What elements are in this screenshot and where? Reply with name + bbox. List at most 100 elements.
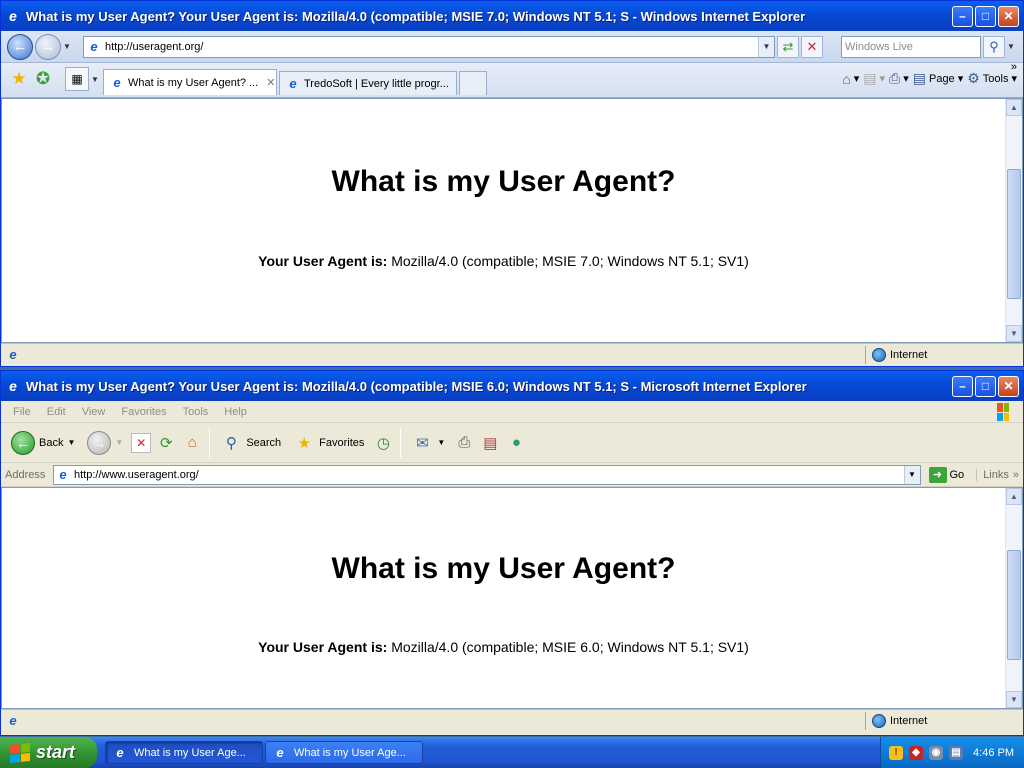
- ie6-status-bar: e Internet: [1, 709, 1023, 731]
- menu-help[interactable]: Help: [216, 406, 255, 418]
- menu-favorites[interactable]: Favorites: [113, 406, 174, 418]
- tab-tredosoft[interactable]: e TredoSoft | Every little progr...: [279, 71, 457, 95]
- page-menu-button[interactable]: ▤ Page ▾: [913, 70, 963, 87]
- gear-icon: ⚙: [967, 70, 980, 86]
- page-icon: e: [59, 467, 67, 482]
- go-arrow-icon: ➜: [928, 466, 947, 483]
- user-agent-value: Mozilla/4.0 (compatible; MSIE 7.0; Windo…: [391, 253, 749, 269]
- menu-edit[interactable]: Edit: [39, 406, 74, 418]
- page-status-icon: e: [9, 713, 17, 728]
- maximize-button[interactable]: □: [975, 375, 996, 397]
- address-label: Address: [5, 468, 46, 481]
- stop-button[interactable]: ✕: [801, 35, 823, 58]
- tools-menu-button[interactable]: ⚙ Tools ▾: [967, 70, 1017, 87]
- tab-list-dropdown[interactable]: ▼: [89, 75, 101, 84]
- search-box[interactable]: Windows Live: [841, 35, 981, 58]
- start-button[interactable]: start: [0, 737, 97, 768]
- refresh-icon[interactable]: ⟳: [155, 432, 177, 454]
- search-button[interactable]: ⚲ Search: [216, 432, 285, 454]
- search-icon: ⚲: [225, 434, 237, 452]
- print-button[interactable]: ⎙ ▾: [889, 70, 909, 87]
- search-icon[interactable]: ⚲: [983, 35, 1005, 58]
- scroll-up-arrow[interactable]: ▲: [1006, 99, 1022, 116]
- tools-menu-label: Tools: [982, 72, 1009, 85]
- ie6-window: e What is my User Agent? Your User Agent…: [0, 370, 1024, 736]
- scroll-up-arrow[interactable]: ▲: [1006, 488, 1022, 505]
- scroll-thumb[interactable]: [1007, 550, 1021, 660]
- ie-icon: e: [9, 378, 17, 394]
- address-bar[interactable]: e http://useragent.org/ ▼: [83, 35, 775, 58]
- taskbar-button-ie7[interactable]: e What is my User Age...: [105, 741, 263, 764]
- display-icon[interactable]: ▤: [949, 745, 963, 760]
- security-shield-icon[interactable]: !: [889, 745, 903, 760]
- vertical-scrollbar[interactable]: ▲ ▼: [1005, 99, 1022, 342]
- menu-view[interactable]: View: [74, 406, 114, 418]
- standard-toolbar: ← Back ▼ → ▼ ✕ ⟳ ⌂ ⚲ Search ★ Favorites …: [1, 423, 1023, 463]
- menu-file[interactable]: File: [5, 406, 39, 418]
- search-options-dropdown[interactable]: ▼: [1005, 42, 1017, 51]
- tab-useragent[interactable]: e What is my User Agent? ... ✕: [103, 69, 277, 95]
- maximize-button[interactable]: □: [975, 5, 996, 27]
- links-button[interactable]: Links »: [976, 468, 1019, 481]
- menu-bar: File Edit View Favorites Tools Help: [1, 401, 1023, 423]
- security-zone[interactable]: Internet: [865, 712, 927, 730]
- taskbar-button-label: What is my User Age...: [294, 746, 406, 759]
- network-icon[interactable]: ◉: [929, 745, 943, 760]
- globe-icon: [872, 348, 886, 362]
- history-icon[interactable]: ◷: [372, 432, 394, 454]
- back-label: Back: [39, 436, 64, 449]
- mail-button[interactable]: ✉ ▼: [407, 432, 449, 454]
- forward-button[interactable]: →: [35, 33, 61, 60]
- back-button[interactable]: ← Back ▼: [7, 430, 79, 455]
- page-status-icon: e: [9, 347, 17, 362]
- scroll-down-arrow[interactable]: ▼: [1006, 325, 1022, 342]
- globe-icon: [872, 714, 886, 728]
- edit-icon[interactable]: ▤: [479, 432, 501, 454]
- address-dropdown[interactable]: ▼: [758, 36, 774, 57]
- taskbar-button-ie6[interactable]: e What is my User Age...: [265, 741, 423, 764]
- minimize-button[interactable]: –: [952, 5, 973, 27]
- home-button[interactable]: ⌂ ▾: [842, 71, 859, 87]
- back-button[interactable]: ←: [7, 33, 33, 60]
- scroll-down-arrow[interactable]: ▼: [1006, 691, 1022, 708]
- page-heading: What is my User Agent?: [331, 165, 676, 198]
- messenger-icon[interactable]: ●: [505, 432, 527, 454]
- favorites-center-icon[interactable]: ★: [7, 69, 31, 89]
- refresh-button[interactable]: ⇄: [777, 35, 799, 58]
- quick-tabs-icon[interactable]: ▦: [65, 67, 89, 91]
- ie6-page-content: What is my User Agent? Your User Agent i…: [1, 487, 1023, 709]
- printer-icon[interactable]: ⎙: [453, 432, 475, 454]
- address-url[interactable]: http://www.useragent.org/: [74, 469, 904, 481]
- favorites-button[interactable]: ★ Favorites: [289, 432, 368, 454]
- clock[interactable]: 4:46 PM: [973, 747, 1014, 759]
- minimize-button[interactable]: –: [952, 375, 973, 397]
- address-bar[interactable]: e http://www.useragent.org/ ▼: [53, 464, 921, 485]
- forward-button[interactable]: → ▼: [83, 430, 127, 455]
- scroll-thumb[interactable]: [1007, 169, 1021, 299]
- new-tab-button[interactable]: [459, 71, 487, 95]
- go-button[interactable]: ➜ Go: [928, 466, 964, 483]
- address-url[interactable]: http://useragent.org/: [105, 41, 758, 53]
- close-button[interactable]: ✕: [998, 5, 1019, 27]
- links-overflow-icon: »: [1012, 468, 1019, 481]
- page-icon: e: [289, 76, 297, 91]
- add-favorites-icon[interactable]: ✪: [31, 69, 55, 89]
- home-icon[interactable]: ⌂: [181, 432, 203, 454]
- page-menu-icon: ▤: [912, 70, 926, 86]
- search-placeholder: Windows Live: [845, 40, 913, 53]
- toolbar-overflow-icon[interactable]: »: [1011, 61, 1017, 73]
- recent-pages-dropdown[interactable]: ▼: [61, 42, 73, 51]
- security-zone[interactable]: Internet: [865, 346, 927, 364]
- menu-tools[interactable]: Tools: [175, 406, 217, 418]
- zone-label: Internet: [890, 349, 928, 361]
- vertical-scrollbar[interactable]: ▲ ▼: [1005, 488, 1022, 708]
- close-tab-icon[interactable]: ✕: [266, 76, 275, 89]
- antivirus-icon[interactable]: ◆: [909, 745, 923, 760]
- ie6-window-title: What is my User Agent? Your User Agent i…: [26, 378, 807, 394]
- stop-icon[interactable]: ✕: [131, 432, 152, 453]
- close-button[interactable]: ✕: [998, 375, 1019, 397]
- address-dropdown[interactable]: ▼: [903, 465, 920, 484]
- feeds-button[interactable]: ▤ ▾: [863, 70, 885, 87]
- ie7-titlebar[interactable]: e What is my User Agent? Your User Agent…: [1, 1, 1023, 31]
- ie6-titlebar[interactable]: e What is my User Agent? Your User Agent…: [1, 371, 1023, 401]
